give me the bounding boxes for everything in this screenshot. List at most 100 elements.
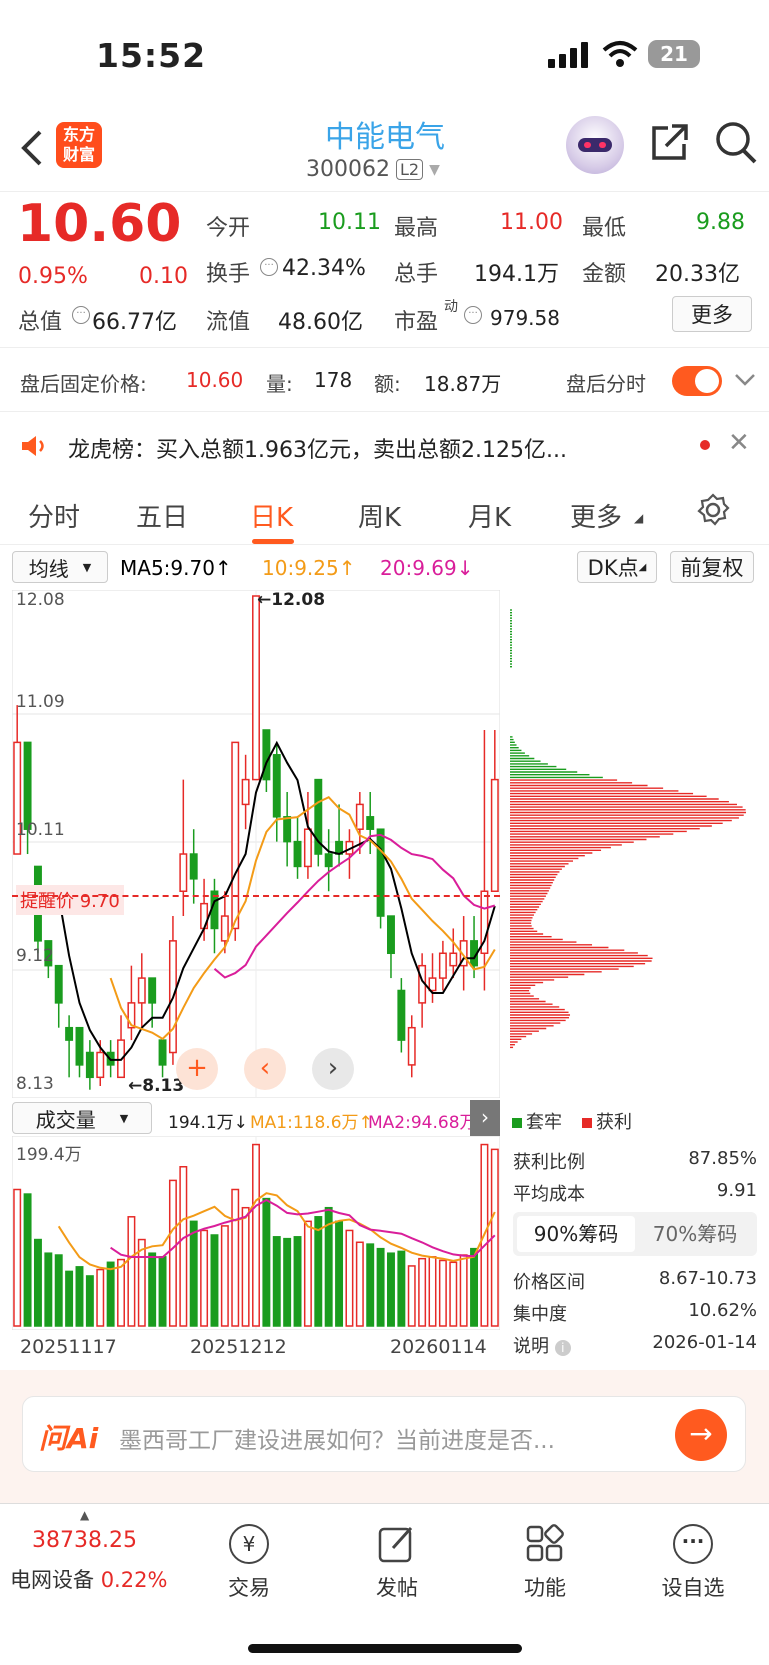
candle bbox=[438, 952, 447, 979]
adjust-button[interactable]: 前复权 bbox=[670, 551, 754, 583]
volume-bar bbox=[345, 1229, 354, 1327]
tab-more[interactable]: 更多 bbox=[570, 497, 622, 534]
dk-point-button[interactable]: DK点 ◢ bbox=[577, 551, 657, 583]
prev-arrow-icon[interactable]: ‹ bbox=[244, 1048, 286, 1090]
volume-bar bbox=[428, 1256, 437, 1327]
volume-bar bbox=[387, 1252, 395, 1327]
trade-button[interactable]: ¥ 交易 bbox=[204, 1524, 294, 1602]
chip-distribution-chart bbox=[510, 609, 747, 1049]
volume-bar bbox=[117, 1258, 125, 1327]
volume-bar bbox=[44, 1252, 53, 1327]
mktcap-label: 总值 bbox=[18, 310, 63, 335]
alert-price-label[interactable]: 提醒价 9.70 bbox=[16, 885, 124, 915]
candle bbox=[158, 1039, 167, 1066]
axis-top-label: 12.08 bbox=[16, 590, 65, 610]
candle bbox=[148, 977, 157, 1004]
candle bbox=[324, 853, 333, 868]
volume-bar bbox=[13, 1188, 22, 1327]
candle bbox=[272, 754, 281, 818]
wifi-icon bbox=[602, 41, 638, 67]
bottom-toolbar: ▲ 38738.25 电网设备 0.22% ¥ 交易 发帖 功能 ··· 设自选 bbox=[0, 1503, 769, 1665]
chevron-down-icon[interactable] bbox=[734, 372, 756, 388]
vol-ma1: MA1:118.6万↑ bbox=[250, 1113, 373, 1133]
tab-indicator bbox=[252, 539, 294, 544]
ai-input[interactable]: 问Ai 墨西哥工厂建设进展如何？当前进度是否... → bbox=[22, 1396, 746, 1472]
info-dots-icon[interactable]: ··· bbox=[464, 306, 482, 324]
function-button[interactable]: 功能 bbox=[500, 1524, 590, 1602]
volume-bar bbox=[397, 1250, 406, 1327]
volume-chart[interactable] bbox=[12, 1136, 500, 1330]
stock-code-row[interactable]: 300062 L2 ▼ bbox=[306, 157, 440, 182]
amount-label: 金额 bbox=[582, 262, 627, 287]
post-button[interactable]: 发帖 bbox=[352, 1524, 442, 1602]
tab-weekly-k[interactable]: 周K bbox=[358, 497, 401, 534]
last-price: 10.60 bbox=[17, 194, 182, 254]
gear-icon[interactable] bbox=[696, 493, 730, 527]
afterhours-toggle[interactable] bbox=[672, 366, 722, 396]
send-arrow-icon[interactable]: → bbox=[675, 1409, 727, 1461]
volume-bar bbox=[137, 1238, 146, 1327]
volume-bar bbox=[293, 1236, 302, 1327]
expand-icon[interactable]: › bbox=[470, 1100, 500, 1136]
volume-bar bbox=[449, 1261, 458, 1327]
notice-bar[interactable]: 龙虎榜：买入总额1.963亿元，卖出总额2.125亿... ✕ bbox=[0, 412, 769, 476]
volume-bar bbox=[200, 1229, 209, 1327]
volume-bar bbox=[54, 1254, 63, 1327]
chart-tabs: 分时 五日 日K 周K 月K 更多 ◢ bbox=[0, 475, 769, 545]
tab-five-day[interactable]: 五日 bbox=[136, 497, 188, 534]
ai-placeholder: 墨西哥工厂建设进展如何？当前进度是否... bbox=[119, 1428, 555, 1454]
more-button[interactable]: 更多 bbox=[672, 296, 752, 332]
tab-intraday[interactable]: 分时 bbox=[28, 497, 80, 534]
tab-chip-90[interactable]: 90%筹码 bbox=[517, 1216, 635, 1252]
zoom-in-icon[interactable]: + bbox=[176, 1048, 218, 1090]
pe-value: 979.58 bbox=[490, 306, 560, 330]
volume-value: 194.1万 bbox=[474, 262, 559, 287]
legend-swatch-trapped bbox=[512, 1118, 522, 1128]
candle bbox=[85, 1051, 94, 1079]
volume-toolbar: 成交量 ▼ 194.1万↓ MA1:118.6万↑ MA2:94.68万 › bbox=[0, 1100, 769, 1136]
share-icon[interactable] bbox=[648, 122, 690, 164]
close-icon[interactable]: ✕ bbox=[728, 428, 750, 458]
volume-bar bbox=[366, 1243, 375, 1327]
next-arrow-icon[interactable]: › bbox=[312, 1048, 354, 1090]
signal-icon bbox=[548, 42, 588, 68]
ma-select[interactable]: 均线 ▼ bbox=[12, 551, 108, 583]
candle bbox=[241, 778, 250, 806]
volume-bar bbox=[252, 1143, 260, 1327]
index-row[interactable]: 电网设备 0.22% bbox=[10, 1564, 167, 1594]
date-label-start: 20251117 bbox=[20, 1336, 117, 1358]
alert-price-line bbox=[12, 895, 500, 897]
search-icon[interactable] bbox=[714, 120, 758, 166]
tab-chip-70[interactable]: 70%筹码 bbox=[637, 1216, 753, 1252]
tab-monthly-k[interactable]: 月K bbox=[468, 497, 511, 534]
chip-legend: 套牢 获利 bbox=[512, 1108, 632, 1134]
back-icon[interactable] bbox=[18, 128, 44, 168]
dropdown-icon: ◢ bbox=[634, 511, 644, 525]
index-value[interactable]: 38738.25 bbox=[32, 1528, 137, 1553]
info-dots-icon[interactable]: ··· bbox=[72, 306, 90, 324]
robot-avatar-icon[interactable] bbox=[566, 116, 624, 174]
indicator-select[interactable]: 成交量 ▼ bbox=[12, 1102, 152, 1134]
info-dots-icon[interactable]: ··· bbox=[260, 258, 278, 276]
kline-chart[interactable] bbox=[12, 590, 500, 1098]
add-watchlist-button[interactable]: ··· 设自选 bbox=[648, 1524, 738, 1602]
candle bbox=[23, 741, 32, 830]
volume-bar bbox=[179, 1166, 188, 1327]
volume-bar bbox=[33, 1238, 42, 1327]
amount-value: 20.33亿 bbox=[655, 262, 740, 287]
tab-daily-k[interactable]: 日K bbox=[250, 497, 293, 534]
battery-icon: 21 bbox=[648, 40, 700, 68]
price-range-row: 价格区间 8.67-10.73 bbox=[513, 1268, 757, 1293]
notice-text: 龙虎榜：买入总额1.963亿元，卖出总额2.125亿... bbox=[68, 438, 567, 463]
dropdown-icon: ▼ bbox=[429, 161, 440, 178]
axis-label-3: 10.11 bbox=[16, 820, 65, 840]
open-label: 今开 bbox=[206, 216, 251, 241]
chart-toolbar: 均线 ▼ MA5:9.70↑ 10:9.25↑ 20:9.69↓ DK点 ◢ 前复权 bbox=[0, 548, 769, 588]
volume-bar bbox=[96, 1268, 105, 1327]
high-label: 最高 bbox=[394, 216, 439, 241]
info-icon[interactable]: i bbox=[554, 1340, 571, 1356]
axis-label-4: 9.12 bbox=[16, 946, 54, 966]
candle bbox=[231, 741, 240, 930]
edit-icon bbox=[378, 1526, 413, 1563]
afterhours-toggle-label: 盘后分时 bbox=[566, 372, 646, 396]
